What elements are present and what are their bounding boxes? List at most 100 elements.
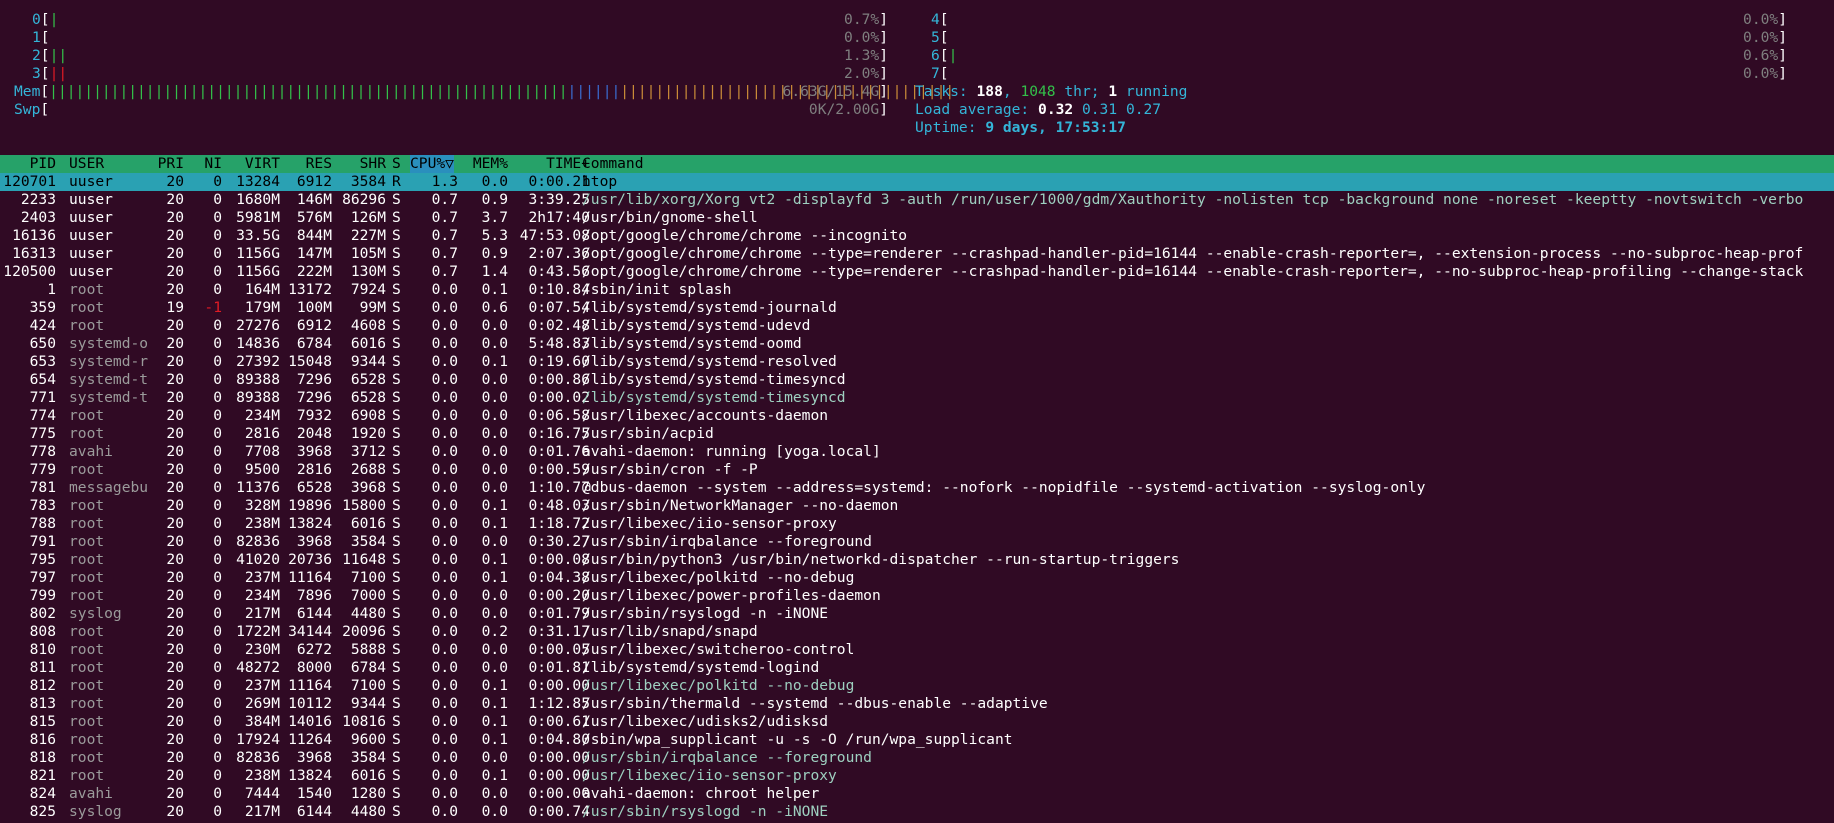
process-virt: 234M bbox=[244, 587, 280, 604]
process-time: 0:30.27 bbox=[528, 533, 590, 550]
process-row[interactable]: 824 avahi 20 0 7444 1540 1280 S 0.0 0.0 0:00.00 ava… bbox=[0, 785, 1834, 803]
process-time: 47:53.08 bbox=[519, 227, 590, 244]
process-virt: 5981M bbox=[236, 209, 280, 226]
process-row[interactable]: 797 root 20 0 237M 11164 7100 S 0.0 0.1 0:04.38/us… bbox=[0, 569, 1834, 587]
process-pid: 818 bbox=[29, 749, 56, 766]
column-header-cpu[interactable]: CPU%▽ bbox=[410, 155, 454, 173]
process-mem: 0.1 bbox=[481, 767, 508, 784]
process-cpu: 0.0 bbox=[431, 533, 458, 550]
process-virt: 1680M bbox=[236, 191, 280, 208]
process-row[interactable]: 788 root 20 0 238M 13824 6016 S 0.0 0.1 1:18.72/us… bbox=[0, 515, 1834, 533]
process-table[interactable]: PID USER PRI NI VIRT RES SHR S CPU%▽ MEM% TIME+ Com… bbox=[0, 155, 1834, 821]
process-row[interactable]: 810 root 20 0 230M 6272 5888 S 0.0 0.0 0:00.05/usr… bbox=[0, 641, 1834, 659]
process-row[interactable]: 774 root 20 0 234M 7932 6908 S 0.0 0.0 0:06.58/usr… bbox=[0, 407, 1834, 425]
process-time: 0:00.00 bbox=[528, 785, 590, 802]
column-header-virt[interactable]: VIRT bbox=[224, 155, 280, 173]
process-row[interactable]: 653 systemd-r 20 0 27392 15048 9344 S 0.0 0.1 0:19… bbox=[0, 353, 1834, 371]
process-row[interactable]: 821 root 20 0 238M 13824 6016 S 0.0 0.1 0:00.00/us… bbox=[0, 767, 1834, 785]
process-virt: 237M bbox=[244, 677, 280, 694]
process-res: 6144 bbox=[296, 803, 332, 820]
process-row[interactable]: 783 root 20 0 328M 19896 15800 S 0.0 0.1 0:48.03/u… bbox=[0, 497, 1834, 515]
process-mem: 0.0 bbox=[481, 533, 508, 550]
process-row[interactable]: 779 root 20 0 9500 2816 2688 S 0.0 0.0 0:00.59/usr… bbox=[0, 461, 1834, 479]
process-mem: 0.1 bbox=[481, 569, 508, 586]
column-header-pid[interactable]: PID bbox=[0, 155, 56, 173]
process-pri: 20 bbox=[166, 785, 184, 802]
process-pri: 20 bbox=[166, 587, 184, 604]
column-header-time[interactable]: TIME+ bbox=[510, 155, 590, 173]
process-row[interactable]: 802 syslog 20 0 217M 6144 4480 S 0.0 0.0 0:01.79/u… bbox=[0, 605, 1834, 623]
load-average-info: Load average: 0.32 0.31 0.27 bbox=[915, 101, 1161, 119]
process-cmd: /lib/systemd/systemd-journald bbox=[582, 299, 837, 316]
process-pid: 424 bbox=[29, 317, 56, 334]
process-row[interactable]: 815 root 20 0 384M 14016 10816 S 0.0 0.1 0:00.61/u… bbox=[0, 713, 1834, 731]
process-row[interactable]: 359 root 19 -1 179M 100M 99M S 0.0 0.6 0:07.54/lib… bbox=[0, 299, 1834, 317]
process-time: 0:00.00 bbox=[528, 677, 590, 694]
process-s: S bbox=[392, 695, 401, 712]
process-row[interactable]: 2233 uuser 20 0 1680M 146M 86296 S 0.7 0.9 3:39.25… bbox=[0, 191, 1834, 209]
process-cmd: /usr/sbin/cron -f -P bbox=[582, 461, 758, 478]
process-s: S bbox=[392, 587, 401, 604]
process-shr: 6528 bbox=[350, 371, 386, 388]
process-pri: 20 bbox=[166, 353, 184, 370]
process-row[interactable]: 818 root 20 0 82836 3968 3584 S 0.0 0.0 0:00.00/us… bbox=[0, 749, 1834, 767]
process-row[interactable]: 654 systemd-t 20 0 89388 7296 6528 S 0.0 0.0 0:00.… bbox=[0, 371, 1834, 389]
column-header-cmd[interactable]: Command bbox=[582, 155, 1834, 173]
column-header-user[interactable]: USER bbox=[69, 155, 159, 173]
process-ni: 0 bbox=[213, 713, 222, 730]
column-header-mem[interactable]: MEM% bbox=[462, 155, 508, 173]
process-cmd: /usr/libexec/switcheroo-control bbox=[582, 641, 855, 658]
process-s: S bbox=[392, 533, 401, 550]
column-header-res[interactable]: RES bbox=[284, 155, 332, 173]
running-label: running bbox=[1117, 83, 1188, 100]
process-row[interactable]: 2403 uuser 20 0 5981M 576M 126M S 0.7 3.7 2h17:40/… bbox=[0, 209, 1834, 227]
column-header-shr[interactable]: SHR bbox=[336, 155, 386, 173]
process-row[interactable]: 120500 uuser 20 0 1156G 222M 130M S 0.7 1.4 0:43.5… bbox=[0, 263, 1834, 281]
process-row[interactable]: 771 systemd-t 20 0 89388 7296 6528 S 0.0 0.0 0:00.… bbox=[0, 389, 1834, 407]
process-virt: 1156G bbox=[236, 245, 280, 262]
process-cmd: avahi-daemon: chroot helper bbox=[582, 785, 820, 802]
process-virt: 384M bbox=[244, 713, 280, 730]
process-res: 147M bbox=[296, 245, 332, 262]
process-row[interactable]: 811 root 20 0 48272 8000 6784 S 0.0 0.0 0:01.81/li… bbox=[0, 659, 1834, 677]
process-row[interactable]: 775 root 20 0 2816 2048 1920 S 0.0 0.0 0:16.75/usr… bbox=[0, 425, 1834, 443]
process-row[interactable]: 16136 uuser 20 0 33.5G 844M 227M S 0.7 5.3 47:53.0… bbox=[0, 227, 1834, 245]
process-row[interactable]: 813 root 20 0 269M 10112 9344 S 0.0 0.1 1:12.85/us… bbox=[0, 695, 1834, 713]
process-row[interactable]: 799 root 20 0 234M 7896 7000 S 0.0 0.0 0:00.20/usr… bbox=[0, 587, 1834, 605]
process-row[interactable]: 424 root 20 0 27276 6912 4608 S 0.0 0.0 0:02.48/li… bbox=[0, 317, 1834, 335]
process-pid: 791 bbox=[29, 533, 56, 550]
process-s: S bbox=[392, 641, 401, 658]
column-header-s[interactable]: S bbox=[392, 155, 404, 173]
process-row[interactable]: 791 root 20 0 82836 3968 3584 S 0.0 0.0 0:30.27/us… bbox=[0, 533, 1834, 551]
process-row[interactable]: 812 root 20 0 237M 11164 7100 S 0.0 0.1 0:00.00/us… bbox=[0, 677, 1834, 695]
process-row-selected[interactable]: 120701 uuser 20 0 13284 6912 3584 R 1.3 0.0 0:00.2… bbox=[0, 173, 1834, 191]
process-user: avahi bbox=[69, 443, 113, 460]
process-ni: 0 bbox=[213, 263, 222, 280]
column-header-pri[interactable]: PRI bbox=[150, 155, 184, 173]
process-row[interactable]: 778 avahi 20 0 7708 3968 3712 S 0.0 0.0 0:01.76 ava… bbox=[0, 443, 1834, 461]
process-mem: 0.0 bbox=[481, 461, 508, 478]
process-row[interactable]: 795 root 20 0 41020 20736 11648 S 0.0 0.1 0:00.08/… bbox=[0, 551, 1834, 569]
process-virt: 2816 bbox=[244, 425, 280, 442]
process-shr: 10816 bbox=[342, 713, 386, 730]
process-ni: 0 bbox=[213, 785, 222, 802]
column-header-ni[interactable]: NI bbox=[190, 155, 222, 173]
process-row[interactable]: 825 syslog 20 0 217M 6144 4480 S 0.0 0.0 0:00.74/u… bbox=[0, 803, 1834, 821]
process-cpu: 0.0 bbox=[431, 641, 458, 658]
process-cpu: 0.0 bbox=[431, 551, 458, 568]
process-cpu: 0.0 bbox=[431, 497, 458, 514]
process-res: 8000 bbox=[296, 659, 332, 676]
process-row[interactable]: 816 root 20 0 17924 11264 9600 S 0.0 0.1 0:04.80/s… bbox=[0, 731, 1834, 749]
process-res: 7896 bbox=[296, 587, 332, 604]
process-row[interactable]: 1 root 20 0 164M 13172 7924 S 0.0 0.1 0:10.84/sbin… bbox=[0, 281, 1834, 299]
process-row[interactable]: 650 systemd-o 20 0 14836 6784 6016 S 0.0 0.0 5:48.… bbox=[0, 335, 1834, 353]
load-15: 0.27 bbox=[1125, 101, 1162, 118]
process-cpu: 0.7 bbox=[431, 263, 458, 280]
process-table-header[interactable]: PID USER PRI NI VIRT RES SHR S CPU%▽ MEM% TIME+ Com… bbox=[0, 155, 1834, 173]
process-s: S bbox=[392, 803, 401, 820]
process-row[interactable]: 781 messagebu 20 0 11376 6528 3968 S 0.0 0.0 1:10.… bbox=[0, 479, 1834, 497]
process-res: 15048 bbox=[288, 353, 332, 370]
process-mem: 0.9 bbox=[481, 245, 508, 262]
process-row[interactable]: 808 root 20 0 1722M 34144 20096 S 0.0 0.2 0:31.17/… bbox=[0, 623, 1834, 641]
process-row[interactable]: 16313 uuser 20 0 1156G 147M 105M S 0.7 0.9 2:07.36… bbox=[0, 245, 1834, 263]
